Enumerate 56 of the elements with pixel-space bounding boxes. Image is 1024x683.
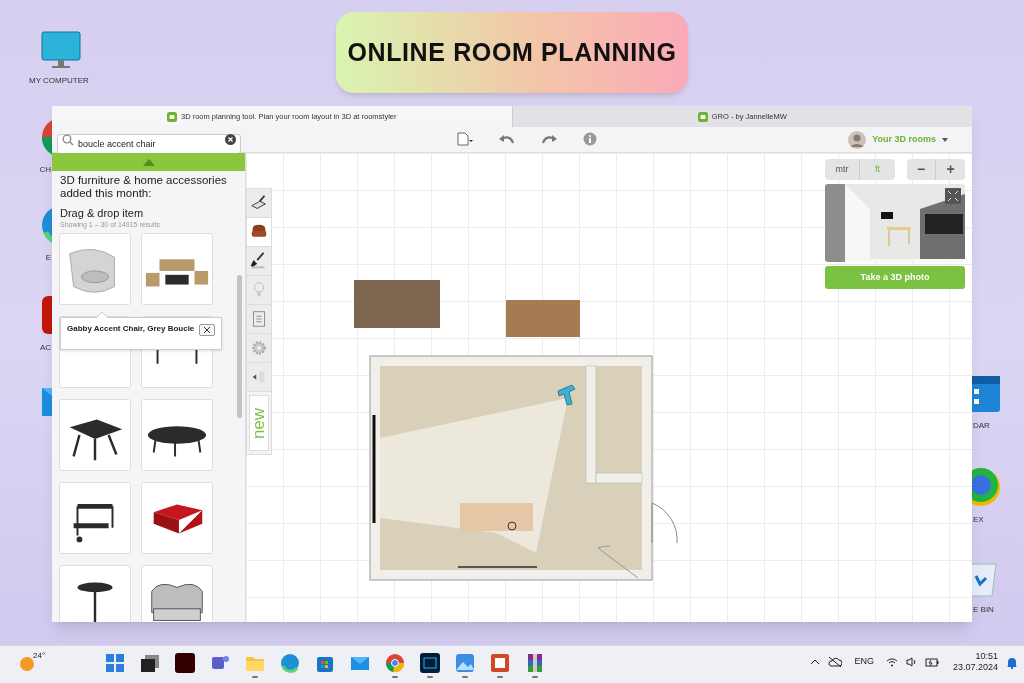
temperature: 24° [33,650,46,662]
product-card[interactable] [141,399,213,471]
floor-plan-canvas[interactable]: new mtr ft − + Take a 3D photo [246,153,972,622]
info-icon[interactable] [583,132,597,146]
battery-icon[interactable] [924,657,939,667]
notification-bell-icon[interactable] [1006,655,1018,669]
cloud-offline-icon[interactable] [828,657,843,667]
tool-tab[interactable] [247,218,271,247]
windows-icon[interactable] [104,652,126,674]
undo-icon[interactable] [499,133,515,145]
scrollbar[interactable] [237,275,242,418]
illustrator-icon[interactable] [174,652,196,674]
zoom-in-button[interactable]: + [936,159,965,180]
zoom-out-button[interactable]: − [907,159,936,180]
product-card[interactable] [141,482,213,554]
tool-tab[interactable] [247,189,271,218]
fullscreen-icon[interactable] [945,188,961,204]
banner: ONLINE ROOM PLANNING [336,12,688,93]
search-field[interactable]: boucle accent chair [57,133,241,154]
product-card[interactable] [141,233,213,305]
desktop-icon-label[interactable]: MY COMPUTER [29,75,89,87]
language-indicator[interactable]: ENG [854,655,874,669]
clock-time[interactable]: 10:51 [975,651,998,662]
catalog-heading: 3D furniture & home accessories added this month: [59,173,228,200]
redo-icon[interactable] [541,133,557,145]
desktop-icon-label[interactable]: E BIN [973,604,994,616]
product-card[interactable] [59,399,131,471]
catalog-subheading: Drag & drop item [59,207,145,220]
collapse-arrow-icon [142,158,155,166]
clock-date[interactable]: 23.07.2024 [952,662,998,673]
site-logo-icon [167,111,177,122]
photos-icon[interactable] [454,652,476,674]
presentation-icon[interactable] [489,652,511,674]
unit-toggle[interactable]: mtr [825,159,860,180]
photoshop-icon[interactable] [419,652,441,674]
tool-tab[interactable] [247,247,271,276]
desktop-icon-label[interactable]: E [45,252,51,264]
avatar-icon[interactable] [848,130,867,149]
wifi-icon[interactable] [885,657,898,667]
browser-icon[interactable] [384,652,406,674]
volume-icon[interactable] [905,657,917,667]
caret-icon[interactable] [942,137,948,142]
desktop-icon-label[interactable]: CH [39,164,51,176]
task-view-icon[interactable] [139,652,161,674]
search-icon [62,133,74,146]
product-card[interactable] [59,565,131,622]
settings-icon [249,338,269,358]
product-card[interactable] [59,482,131,554]
site-logo-icon [697,111,708,122]
browser-icon[interactable] [279,652,301,674]
desktop-icon-label[interactable]: AC [39,342,51,354]
chevron-up-icon[interactable] [810,659,821,665]
desktop-icon-label[interactable]: DAR [973,420,990,432]
desktop-icon-label[interactable]: EX [973,514,984,526]
clear-icon[interactable] [225,134,236,145]
new-document-icon[interactable] [457,132,473,146]
